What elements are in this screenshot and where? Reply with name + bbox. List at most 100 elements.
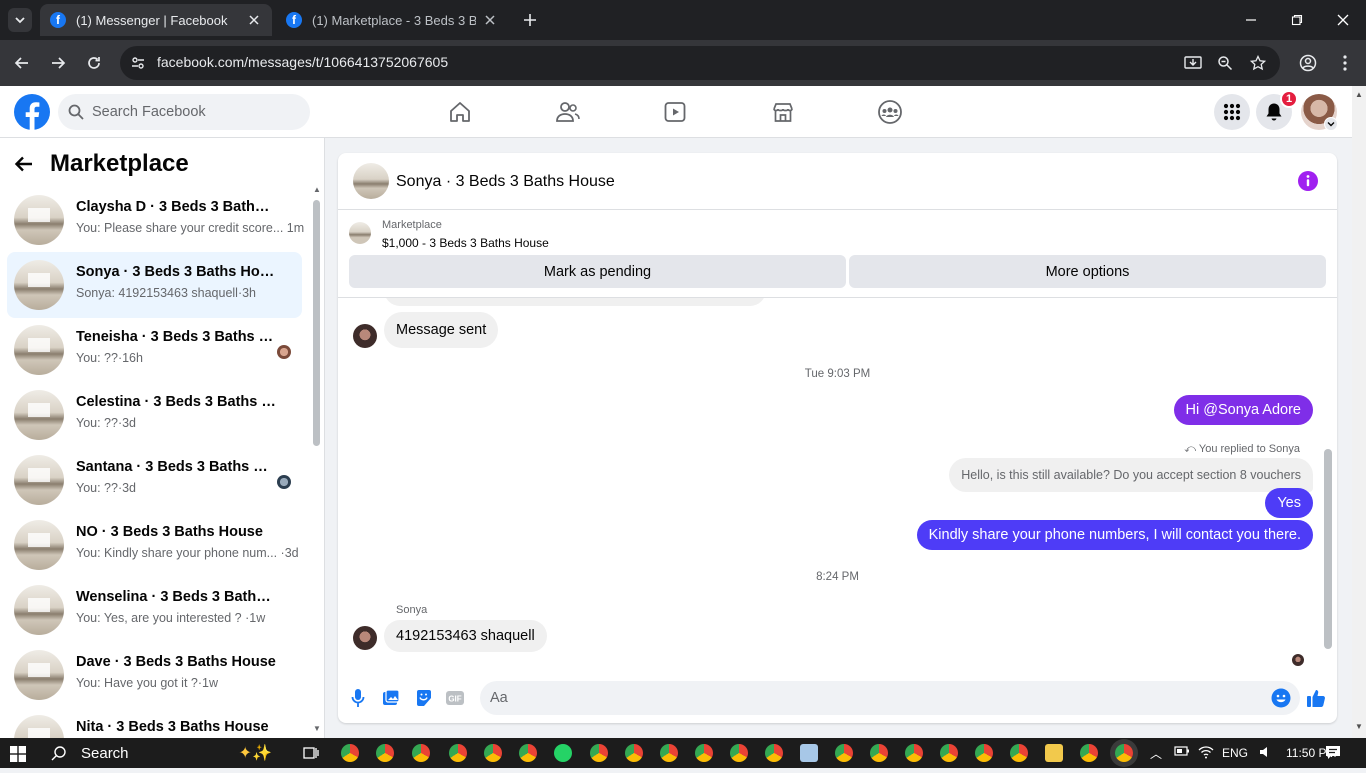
photo-icon[interactable] — [380, 687, 402, 709]
tab-messenger[interactable]: f (1) Messenger | Facebook — [40, 4, 272, 36]
quoted-message[interactable]: Hello, is this still available? Do you a… — [949, 458, 1313, 492]
chat-title[interactable]: Sonya · 3 Beds 3 Baths House — [396, 173, 615, 191]
chrome-app-icon[interactable] — [730, 744, 748, 762]
whatsapp-app-icon[interactable] — [554, 744, 572, 762]
chrome-app-icon[interactable] — [695, 744, 713, 762]
reply-indicator: ⤺ You replied to Sonya — [1184, 443, 1300, 456]
gif-icon[interactable]: GIF — [444, 687, 466, 709]
chrome-app-icon[interactable] — [940, 744, 958, 762]
chrome-app-icon[interactable] — [412, 744, 430, 762]
restore-button[interactable] — [1284, 8, 1310, 32]
menu-grid-button[interactable] — [1214, 94, 1250, 130]
minimize-button[interactable] — [1238, 8, 1264, 32]
chrome-app-icon[interactable] — [625, 744, 643, 762]
plus-icon — [524, 14, 536, 26]
chevron-down-icon[interactable] — [1324, 117, 1338, 131]
notifications-button[interactable]: 1 — [1256, 90, 1298, 130]
chrome-app-icon[interactable] — [484, 744, 502, 762]
chrome-app-icon[interactable] — [1115, 744, 1133, 762]
sender-avatar[interactable] — [353, 626, 377, 650]
tab-marketplace[interactable]: f (1) Marketplace - 3 Beds 3 Baths — [276, 4, 508, 36]
language-indicator[interactable]: ENG — [1222, 746, 1248, 760]
chrome-app-icon[interactable] — [376, 744, 394, 762]
chrome-app-icon[interactable] — [905, 744, 923, 762]
new-tab-button[interactable] — [520, 10, 540, 30]
chat-avatar[interactable] — [353, 163, 389, 199]
conversation-item[interactable]: Wenselina · 3 Beds 3 Baths House You: Yes… — [7, 577, 302, 643]
chrome-app-icon[interactable] — [1080, 744, 1098, 762]
marketplace-icon[interactable] — [769, 98, 797, 126]
listing-label: Marketplace — [382, 219, 442, 231]
sticker-icon[interactable] — [413, 687, 435, 709]
bookmark-star-icon[interactable] — [1248, 53, 1268, 73]
profile-icon[interactable] — [1297, 52, 1319, 74]
conversation-item[interactable]: NO · 3 Beds 3 Baths House You: Kindly sha… — [7, 512, 302, 578]
groups-icon[interactable] — [876, 98, 904, 126]
chrome-app-icon[interactable] — [519, 744, 537, 762]
mark-as-pending-button[interactable]: Mark as pending — [349, 255, 846, 288]
chrome-app-icon[interactable] — [870, 744, 888, 762]
zoom-icon[interactable] — [1215, 53, 1235, 73]
microphone-icon[interactable] — [347, 687, 369, 709]
conversation-item[interactable]: Teneisha · 3 Beds 3 Baths Hou... You: ??·… — [7, 317, 302, 383]
conversation-snippet: Sonya: 4192153463 shaquell·3h — [76, 286, 257, 300]
scroll-down-arrow[interactable]: ▼ — [312, 724, 322, 733]
speaker-icon[interactable] — [1259, 745, 1273, 759]
more-options-button[interactable]: More options — [849, 255, 1326, 288]
back-arrow-icon[interactable] — [14, 154, 34, 174]
scroll-up-arrow[interactable]: ▲ — [1355, 90, 1363, 99]
chrome-app-icon[interactable] — [590, 744, 608, 762]
home-icon[interactable] — [446, 98, 474, 126]
close-tab-icon[interactable] — [246, 12, 262, 28]
file-explorer-app-icon[interactable] — [1045, 744, 1063, 762]
close-window-button[interactable] — [1330, 8, 1356, 32]
conversation-item[interactable]: Claysha D · 3 Beds 3 Baths House You: Ple… — [7, 187, 304, 253]
message-scrollbar[interactable] — [1324, 449, 1332, 649]
message-input[interactable]: Aa — [480, 681, 1300, 715]
notification-center-icon[interactable] — [1325, 745, 1341, 761]
conversation-item[interactable]: Dave · 3 Beds 3 Baths House You: Have you… — [7, 642, 302, 708]
notepad-app-icon[interactable] — [800, 744, 818, 762]
windows-start-icon[interactable] — [10, 746, 26, 762]
back-button[interactable] — [11, 52, 33, 74]
chrome-app-icon[interactable] — [449, 744, 467, 762]
video-icon[interactable] — [661, 98, 689, 126]
forward-button[interactable] — [47, 52, 69, 74]
conversation-item[interactable]: Sonya · 3 Beds 3 Baths House Sonya: 41921… — [7, 252, 302, 318]
chrome-app-icon[interactable] — [1010, 744, 1028, 762]
friends-icon[interactable] — [554, 98, 582, 126]
emoji-icon[interactable] — [1270, 687, 1292, 709]
chrome-app-icon[interactable] — [835, 744, 853, 762]
chrome-app-icon[interactable] — [341, 744, 359, 762]
chrome-app-icon[interactable] — [660, 744, 678, 762]
info-icon[interactable] — [1298, 171, 1318, 191]
listing-price[interactable]: $1,000 - 3 Beds 3 Baths House — [382, 236, 549, 250]
scroll-down-arrow[interactable]: ▼ — [1355, 722, 1363, 731]
chrome-app-icon[interactable] — [975, 744, 993, 762]
task-view-icon[interactable] — [303, 745, 319, 761]
wifi-icon[interactable] — [1198, 745, 1214, 759]
chrome-app-icon[interactable] — [765, 744, 783, 762]
close-tab-icon[interactable] — [482, 12, 498, 28]
browser-menu-icon[interactable] — [1334, 52, 1356, 74]
like-thumb-icon[interactable] — [1305, 687, 1327, 709]
sparkle-icon: ✦✨ — [238, 745, 272, 762]
tab-list-button[interactable] — [8, 8, 32, 32]
facebook-logo-icon[interactable] — [14, 94, 50, 130]
sender-avatar[interactable] — [353, 324, 377, 348]
scroll-up-arrow[interactable]: ▲ — [312, 185, 322, 194]
install-app-icon[interactable] — [1183, 53, 1203, 73]
conversation-item[interactable]: Celestina · 3 Beds 3 Baths House You: ??·… — [7, 382, 302, 448]
tray-chevron-icon[interactable]: ︿ — [1150, 745, 1162, 762]
page-scrollbar[interactable]: ▲ ▼ — [1352, 86, 1366, 738]
address-bar[interactable]: facebook.com/messages/t/1066413752067605 — [120, 46, 1280, 80]
taskbar-search[interactable]: Search ✦✨ — [37, 740, 289, 766]
facebook-search-input[interactable]: Search Facebook — [58, 94, 310, 130]
site-info-icon[interactable] — [128, 53, 148, 73]
reload-button[interactable] — [83, 52, 105, 74]
listing-thumbnail[interactable] — [349, 222, 371, 244]
conversation-name: Santana · 3 Beds 3 Baths House — [76, 459, 276, 475]
sidebar-scrollbar[interactable] — [313, 200, 320, 446]
battery-icon[interactable] — [1174, 745, 1190, 757]
conversation-item[interactable]: Santana · 3 Beds 3 Baths House You: ??·3d — [7, 447, 302, 513]
